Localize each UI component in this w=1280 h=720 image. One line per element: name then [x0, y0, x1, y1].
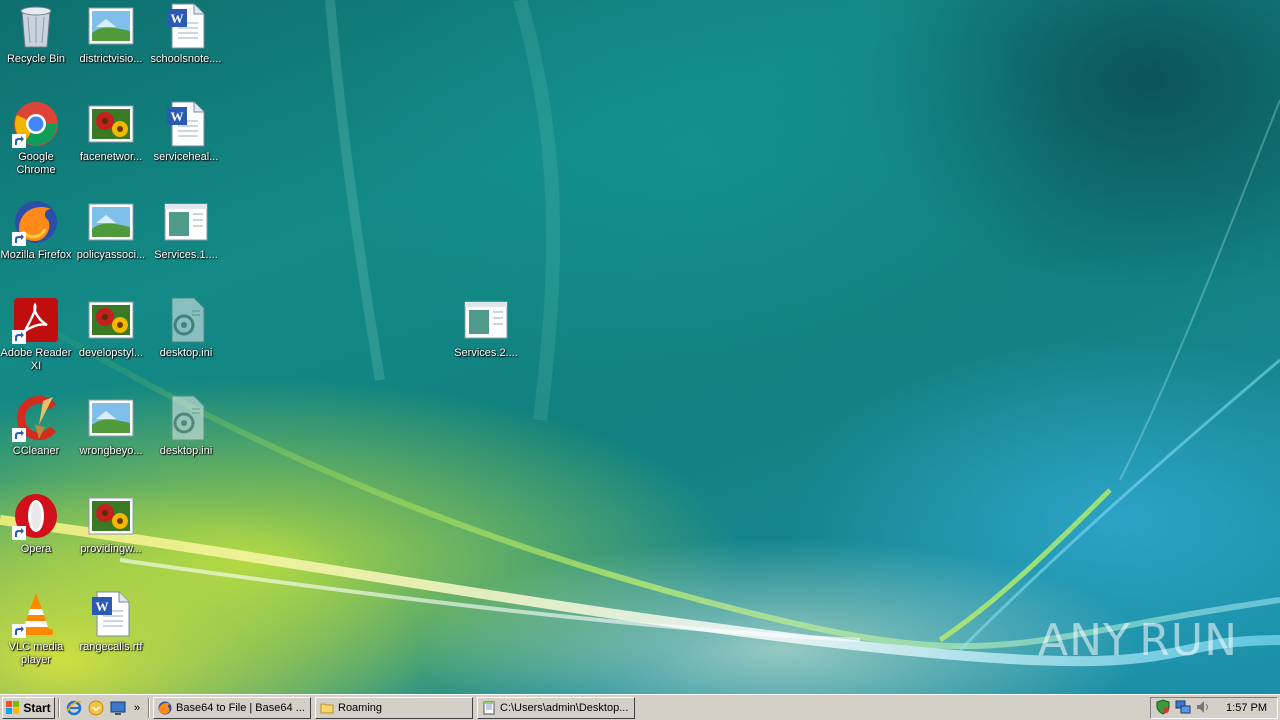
desktop-icon-label: desktop.ini	[159, 445, 213, 457]
anyrun-watermark: ANY RUN	[1038, 610, 1238, 670]
desktop-icon-desktop-ini-2[interactable]: desktop.ini	[148, 394, 224, 486]
desktop-icon-label: serviceheal...	[153, 151, 219, 163]
desktop-icon-rangecalls[interactable]: W rangecalls.rtf	[73, 590, 149, 682]
task-button-label: C:\Users\admin\Desktop...	[500, 701, 629, 714]
opera-icon	[12, 492, 60, 540]
desktop-icon-providingw[interactable]: providingw...	[73, 492, 149, 584]
svg-text:W: W	[96, 599, 109, 614]
network-icon[interactable]	[1175, 699, 1191, 718]
outlook-express-icon[interactable]	[86, 698, 106, 718]
task-button-notepad[interactable]: C:\Users\admin\Desktop...	[477, 696, 635, 719]
quick-launch-more-button[interactable]: »	[131, 702, 143, 714]
desktop-icon-label: Services.1....	[154, 249, 218, 261]
task-button-roaming[interactable]: Roaming	[315, 696, 473, 719]
watermark-text-right: RUN	[1139, 614, 1238, 666]
image-file-icon	[87, 100, 135, 148]
desktop-icon-label: Services.2....	[454, 347, 518, 359]
config-file-icon	[162, 296, 210, 344]
system-tray: 1:57 PM	[1150, 697, 1278, 719]
image-file-icon	[87, 2, 135, 50]
image-file-icon	[87, 198, 135, 246]
image-file-icon	[87, 394, 135, 442]
image-file-icon	[87, 492, 135, 540]
shortcut-arrow-icon	[12, 330, 26, 344]
image-file-icon	[87, 296, 135, 344]
config-file-icon	[162, 394, 210, 442]
desktop-icon-label: Mozilla Firefox	[0, 249, 72, 261]
desktop-icon-facenetwork[interactable]: facenetwor...	[73, 100, 149, 192]
desktop-icon-label: desktop.ini	[159, 347, 213, 359]
word-document-icon: W	[87, 590, 135, 638]
shortcut-arrow-icon	[12, 134, 26, 148]
desktop-icon-schoolsnote[interactable]: W schoolsnote....	[148, 2, 224, 94]
vlc-icon	[12, 590, 60, 638]
security-shield-icon[interactable]	[1155, 698, 1171, 718]
volume-icon[interactable]	[1195, 699, 1211, 718]
desktop-icon-label: wrongbeyo...	[79, 445, 143, 457]
desktop-icon-label: schoolsnote....	[150, 53, 222, 65]
desktop-icon-label: policyassoci...	[76, 249, 146, 261]
start-label: Start	[23, 700, 51, 715]
taskbar-separator	[58, 697, 60, 718]
desktop-icon-label: providingw...	[80, 543, 142, 555]
program-window-icon	[462, 296, 510, 344]
desktop-icon-adobe-reader[interactable]: Adobe Reader XI	[0, 296, 74, 388]
desktop-icon-google-chrome[interactable]: Google Chrome	[0, 100, 74, 192]
desktop-icon-developstyle[interactable]: developstyl...	[73, 296, 149, 388]
desktop-icon-wrongbeyond[interactable]: wrongbeyo...	[73, 394, 149, 486]
desktop-icon-services-2[interactable]: Services.2....	[448, 296, 524, 388]
ccleaner-icon	[12, 394, 60, 442]
desktop-icon-vlc[interactable]: VLC media player	[0, 590, 74, 682]
desktop-icon-recycle-bin[interactable]: Recycle Bin	[0, 2, 74, 94]
taskbar: Start » Base64 to File | Base64 ... Roam…	[0, 694, 1280, 720]
clock[interactable]: 1:57 PM	[1226, 702, 1273, 714]
task-button-firefox[interactable]: Base64 to File | Base64 ...	[153, 696, 311, 719]
svg-text:W: W	[171, 11, 184, 26]
shortcut-arrow-icon	[12, 526, 26, 540]
desktop-icon-label: Adobe Reader XI	[0, 347, 72, 372]
shortcut-arrow-icon	[12, 232, 26, 246]
firefox-icon	[12, 198, 60, 246]
desktop-icon-opera[interactable]: Opera	[0, 492, 74, 584]
show-desktop-icon[interactable]	[108, 698, 128, 718]
word-document-icon: W	[162, 100, 210, 148]
adobe-reader-icon	[12, 296, 60, 344]
desktop-icon-label: rangecalls.rtf	[79, 641, 143, 653]
desktop-icon-districtvision[interactable]: districtvisio...	[73, 2, 149, 94]
desktop-icon-policyassociation[interactable]: policyassoci...	[73, 198, 149, 290]
ie-icon[interactable]	[64, 698, 84, 718]
windows-logo-icon	[6, 700, 20, 714]
desktop-icon-label: facenetwor...	[79, 151, 143, 163]
desktop-icon-label: Google Chrome	[16, 151, 56, 176]
desktop-icon-label: developstyl...	[78, 347, 144, 359]
shortcut-arrow-icon	[12, 428, 26, 442]
desktop-icon-desktop-ini-1[interactable]: desktop.ini	[148, 296, 224, 388]
task-button-label: Base64 to File | Base64 ...	[176, 701, 305, 714]
desktop-icon-services-1[interactable]: Services.1....	[148, 198, 224, 290]
task-button-label: Roaming	[338, 701, 383, 714]
desktop-icon-label: Recycle Bin	[6, 53, 66, 65]
desktop-icon-mozilla-firefox[interactable]: Mozilla Firefox	[0, 198, 74, 290]
start-button[interactable]: Start	[2, 696, 55, 719]
recycle-bin-icon	[12, 2, 60, 50]
desktop-icon-label: Opera	[20, 543, 52, 555]
desktop-icon-label: VLC media player	[8, 641, 64, 666]
notepad-icon	[483, 701, 495, 714]
desktop-icon-label: CCleaner	[12, 445, 60, 457]
program-window-icon	[162, 198, 210, 246]
svg-text:W: W	[171, 109, 184, 124]
watermark-text-left: ANY	[1038, 614, 1131, 666]
word-document-icon: W	[162, 2, 210, 50]
desktop[interactable]: Recycle Bin Google Chrome Mozilla Firefo…	[0, 0, 1280, 694]
desktop-icon-servicehealth[interactable]: W serviceheal...	[148, 100, 224, 192]
taskbar-separator	[148, 697, 150, 718]
desktop-icon-label: districtvisio...	[79, 53, 143, 65]
shortcut-arrow-icon	[12, 624, 26, 638]
folder-icon	[320, 703, 334, 713]
firefox-icon	[158, 701, 172, 714]
desktop-icon-ccleaner[interactable]: CCleaner	[0, 394, 74, 486]
chrome-icon	[12, 100, 60, 148]
